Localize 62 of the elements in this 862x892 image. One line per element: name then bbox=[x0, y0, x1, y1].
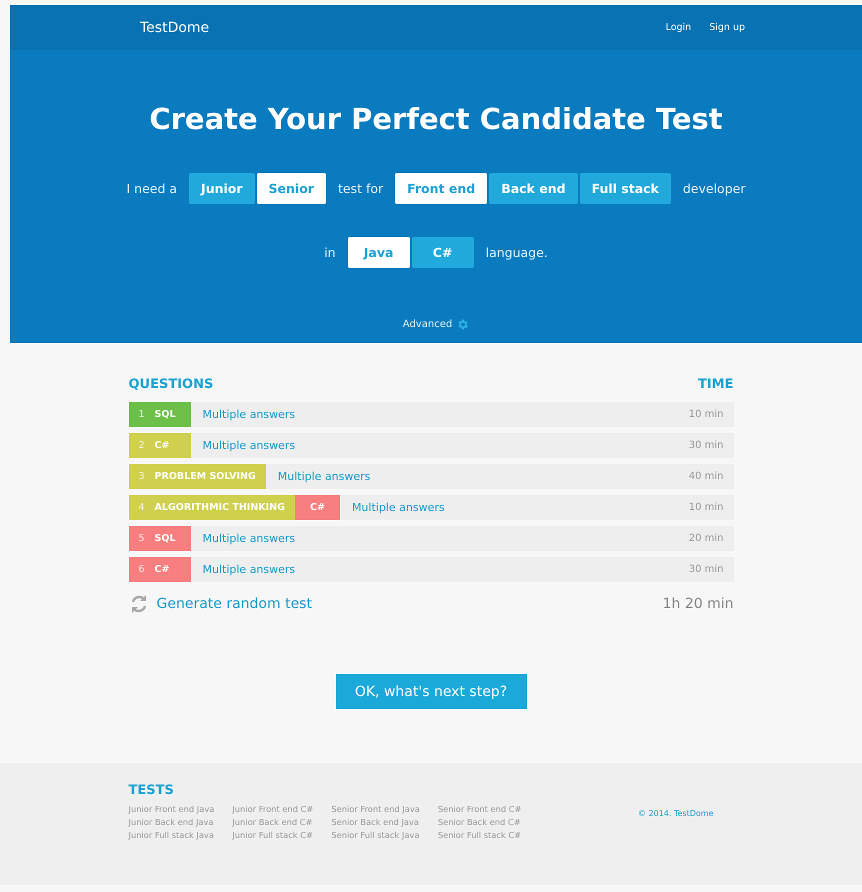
nav-link[interactable]: Login bbox=[666, 22, 692, 33]
option-button[interactable]: Junior bbox=[189, 173, 255, 204]
question-row[interactable]: 4 ALGORITHMIC THINKING C# Multiple answers 10 min bbox=[128, 495, 734, 520]
test-link[interactable]: Senior Full stack C# bbox=[438, 830, 522, 840]
question-tag: 5 SQL bbox=[128, 526, 190, 551]
question-time: 40 min bbox=[688, 471, 724, 482]
question-type: Multiple answers bbox=[202, 563, 296, 576]
test-link[interactable]: Senior Back end Java bbox=[331, 817, 420, 827]
sentence-text: in bbox=[324, 245, 336, 260]
question-tag: 2 C# bbox=[128, 433, 190, 458]
sentence-text: language. bbox=[486, 245, 548, 260]
question-type: Multiple answers bbox=[202, 439, 296, 452]
test-link[interactable]: Senior Front end Java bbox=[331, 804, 420, 814]
advanced-link[interactable]: Advanced bbox=[402, 319, 452, 330]
test-link[interactable]: Junior Front end Java bbox=[128, 804, 214, 814]
question-tag: C# bbox=[294, 495, 340, 520]
test-link[interactable]: Junior Front end C# bbox=[232, 804, 314, 814]
copyright-text: © 2014. TestDome bbox=[638, 809, 714, 820]
sentence-text: developer bbox=[682, 181, 746, 196]
test-link[interactable]: Junior Back end C# bbox=[232, 817, 314, 827]
footer-heading: TESTS bbox=[128, 783, 175, 798]
question-row[interactable]: 2 C# Multiple answers 30 min bbox=[128, 433, 734, 458]
question-time: 10 min bbox=[688, 409, 724, 420]
question-time: 10 min bbox=[688, 502, 724, 513]
test-link[interactable]: Junior Back end Java bbox=[128, 817, 214, 827]
sentence-text: test for bbox=[338, 181, 384, 196]
option-button[interactable]: Java bbox=[348, 237, 410, 268]
question-type: Multiple answers bbox=[202, 408, 296, 421]
question-type: Multiple answers bbox=[278, 470, 370, 483]
option-button[interactable]: C# bbox=[412, 237, 474, 268]
question-tag: 6 C# bbox=[128, 557, 190, 582]
question-time: 30 min bbox=[688, 564, 724, 575]
question-row[interactable]: 3 PROBLEM SOLVING Multiple answers 40 min bbox=[128, 464, 734, 489]
generate-link[interactable]: Generate random test bbox=[156, 596, 312, 612]
test-link[interactable]: Junior Full stack C# bbox=[232, 830, 314, 840]
question-time: 30 min bbox=[688, 440, 724, 451]
column-heading: TIME bbox=[698, 377, 734, 392]
option-button[interactable]: Front end bbox=[395, 173, 488, 204]
question-tag: 4 ALGORITHMIC THINKING bbox=[128, 495, 295, 520]
option-button[interactable]: Senior bbox=[256, 173, 326, 204]
question-tag: 1 SQL bbox=[128, 402, 190, 427]
total-time: 1h 20 min bbox=[662, 596, 734, 612]
question-row[interactable]: 1 SQL Multiple answers 10 min bbox=[128, 402, 734, 427]
question-type: Multiple answers bbox=[202, 532, 296, 545]
hero-title: Create Your Perfect Candidate Test bbox=[148, 102, 724, 136]
test-link[interactable]: Senior Back end C# bbox=[438, 817, 522, 827]
test-link[interactable]: Junior Full stack Java bbox=[128, 830, 214, 840]
gear-icon[interactable] bbox=[456, 318, 470, 331]
question-tag: 3 PROBLEM SOLVING bbox=[128, 464, 266, 489]
nav-link[interactable]: Sign up bbox=[709, 22, 745, 33]
next-step-button[interactable]: OK, what's next step? bbox=[336, 674, 526, 709]
option-button[interactable]: Back end bbox=[489, 173, 578, 204]
option-button[interactable]: Full stack bbox=[580, 173, 671, 204]
question-type: Multiple answers bbox=[352, 501, 445, 514]
sentence-text: I need a bbox=[126, 181, 178, 196]
brand-logo[interactable]: TestDome bbox=[140, 20, 210, 36]
question-time: 20 min bbox=[688, 533, 724, 544]
test-link[interactable]: Senior Front end C# bbox=[438, 804, 522, 814]
section-heading: QUESTIONS bbox=[128, 377, 214, 392]
test-link[interactable]: Senior Full stack Java bbox=[331, 830, 420, 840]
question-row[interactable]: 6 C# Multiple answers 30 min bbox=[128, 557, 734, 582]
question-row[interactable]: 5 SQL Multiple answers 20 min bbox=[128, 526, 734, 551]
